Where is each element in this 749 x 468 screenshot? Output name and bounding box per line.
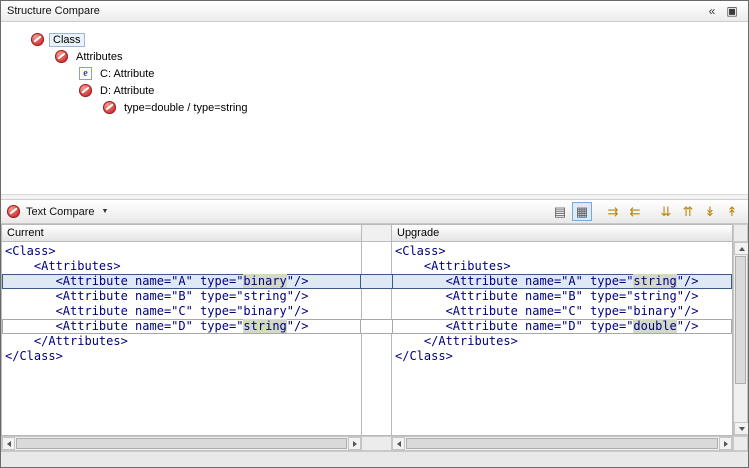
scroll-left-icon[interactable] bbox=[392, 437, 405, 450]
right-pane-header: Upgrade bbox=[391, 224, 733, 242]
code-line[interactable]: <Attribute name="A" type="binary"/> bbox=[2, 274, 361, 289]
change-icon bbox=[79, 84, 92, 97]
code-line[interactable]: <Attribute name="D" type="string"/> bbox=[2, 319, 361, 334]
copy-all-from-left-to-right-icon[interactable]: ⇉ bbox=[603, 202, 623, 221]
code-line[interactable]: <Attribute name="B" type="string"/> bbox=[392, 289, 732, 304]
tree-item-class[interactable]: Class bbox=[1, 31, 748, 48]
scrollbar-track[interactable] bbox=[734, 385, 747, 422]
left-horizontal-scrollbar[interactable] bbox=[1, 436, 362, 451]
change-icon bbox=[31, 33, 44, 46]
scroll-right-icon[interactable] bbox=[348, 437, 361, 450]
right-horizontal-scrollbar[interactable] bbox=[391, 436, 733, 451]
tree-item-label: Class bbox=[49, 33, 85, 47]
changed-token: binary bbox=[243, 274, 286, 288]
text-compare-toolbar: ▤▦ ⇉⇇ ⇊⇈↡↟ bbox=[550, 202, 742, 221]
code-line[interactable]: <Attributes> bbox=[2, 259, 361, 274]
scrollbar-header-corner bbox=[733, 224, 748, 242]
compare-panes: Current Upgrade <Class> <Attributes> <At… bbox=[1, 224, 748, 451]
previous-difference-icon[interactable]: ⇈ bbox=[678, 202, 698, 221]
scroll-up-icon[interactable] bbox=[734, 242, 749, 255]
code-line[interactable]: <Attributes> bbox=[392, 259, 732, 274]
tree-item-label: D: Attribute bbox=[97, 85, 157, 97]
left-horizontal-thumb[interactable] bbox=[16, 438, 347, 449]
tree-item-d-attribute[interactable]: D: Attribute bbox=[1, 82, 748, 99]
tree-item-label: Attributes bbox=[73, 51, 125, 63]
toolbar-separator bbox=[647, 202, 654, 221]
scroll-down-icon[interactable] bbox=[734, 422, 749, 435]
code-line[interactable]: <Attribute name="A" type="string"/> bbox=[392, 274, 732, 289]
code-line[interactable]: <Attribute name="C" type="binary"/> bbox=[392, 304, 732, 319]
changed-token: double bbox=[633, 319, 676, 333]
code-line[interactable]: </Class> bbox=[2, 349, 361, 364]
toolbar-separator bbox=[594, 202, 601, 221]
scrollbar-corner bbox=[733, 436, 748, 451]
diff-connector-selected[interactable] bbox=[361, 274, 392, 289]
vertical-scrollbar[interactable] bbox=[733, 242, 748, 436]
right-horizontal-thumb[interactable] bbox=[406, 438, 718, 449]
next-difference-icon[interactable]: ⇊ bbox=[656, 202, 676, 221]
code-line[interactable]: <Attribute name="D" type="double"/> bbox=[392, 319, 732, 334]
structure-tree: Class Attributes e C: Attribute D: Attribute… bbox=[1, 22, 748, 194]
change-icon bbox=[103, 101, 116, 114]
code-line[interactable]: <Class> bbox=[2, 244, 361, 259]
bottom-filler bbox=[1, 451, 748, 467]
previous-change-icon[interactable]: ↟ bbox=[722, 202, 742, 221]
gutter-header bbox=[362, 224, 391, 242]
change-icon bbox=[7, 205, 20, 218]
two-way-compare-mode-icon[interactable]: ▦ bbox=[572, 202, 592, 221]
vertical-scrollbar-thumb[interactable] bbox=[735, 256, 746, 384]
show-ancestor-pane-icon[interactable]: ▤ bbox=[550, 202, 570, 221]
change-icon bbox=[55, 50, 68, 63]
scroll-left-icon[interactable] bbox=[2, 437, 15, 450]
tree-item-type-double-type-string[interactable]: type=double / type=string bbox=[1, 99, 748, 116]
tree-item-label: C: Attribute bbox=[97, 68, 157, 80]
maximize-view-icon[interactable]: ▣ bbox=[722, 3, 742, 20]
viewer-menu-dropdown-icon[interactable]: ▼ bbox=[101, 208, 108, 215]
right-code-pane[interactable]: <Class> <Attributes> <Attribute name="A"… bbox=[391, 242, 733, 436]
text-compare-header: Text Compare ▼ ▤▦ ⇉⇇ ⇊⇈↡↟ bbox=[1, 199, 748, 224]
code-line[interactable]: <Attribute name="C" type="binary"/> bbox=[2, 304, 361, 319]
collapse-all-icon[interactable]: « bbox=[702, 3, 722, 20]
copy-current-change-right-to-left-icon[interactable]: ⇇ bbox=[625, 202, 645, 221]
left-pane-header: Current bbox=[1, 224, 362, 242]
structure-compare-title: Structure Compare bbox=[7, 5, 100, 17]
changed-token: string bbox=[633, 274, 676, 288]
left-code-pane[interactable]: <Class> <Attributes> <Attribute name="A"… bbox=[1, 242, 362, 436]
code-line[interactable]: <Attribute name="B" type="string"/> bbox=[2, 289, 361, 304]
code-line[interactable]: </Attributes> bbox=[2, 334, 361, 349]
text-compare-title: Text Compare bbox=[26, 206, 94, 218]
structure-compare-header: Structure Compare « ▣ bbox=[1, 1, 748, 22]
code-line[interactable]: </Class> bbox=[392, 349, 732, 364]
gutter-bottom-filler bbox=[362, 436, 391, 451]
diff-connector[interactable] bbox=[361, 319, 392, 334]
next-change-icon[interactable]: ↡ bbox=[700, 202, 720, 221]
changed-token: string bbox=[243, 319, 286, 333]
code-line[interactable]: </Attributes> bbox=[392, 334, 732, 349]
diff-gutter bbox=[362, 242, 391, 436]
tree-item-attributes[interactable]: Attributes bbox=[1, 48, 748, 65]
element-icon: e bbox=[79, 67, 92, 80]
tree-item-c-attribute[interactable]: e C: Attribute bbox=[1, 65, 748, 82]
scroll-right-icon[interactable] bbox=[719, 437, 732, 450]
code-line[interactable]: <Class> bbox=[392, 244, 732, 259]
tree-item-label: type=double / type=string bbox=[121, 102, 251, 114]
compare-editor-window: Structure Compare « ▣ Class Attributes e C:… bbox=[0, 0, 749, 468]
